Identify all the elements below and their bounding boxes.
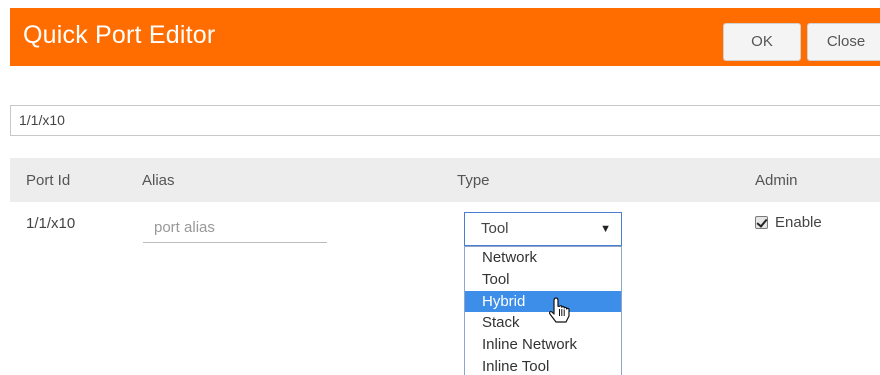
ok-button[interactable]: OK	[723, 23, 801, 61]
close-button[interactable]: Close	[807, 23, 880, 61]
type-option-tool[interactable]: Tool	[465, 269, 621, 291]
dialog-header: Quick Port Editor OK Close	[10, 8, 880, 66]
quick-port-editor-dialog: Quick Port Editor OK Close 1/1/x10 Port …	[0, 0, 880, 375]
type-option-hybrid[interactable]: Hybrid	[465, 290, 621, 313]
type-option-network[interactable]: Network	[465, 247, 621, 269]
port-id-cell: 1/1/x10	[26, 215, 76, 232]
alias-input[interactable]: port alias	[143, 212, 327, 243]
column-header-type: Type	[457, 172, 490, 189]
mouse-pointer-icon	[549, 297, 570, 323]
type-option-inline-tool[interactable]: Inline Tool	[465, 356, 621, 375]
port-id-field[interactable]: 1/1/x10	[10, 105, 880, 136]
type-option-inline-network[interactable]: Inline Network	[465, 334, 621, 356]
type-select-value: Tool	[481, 220, 509, 237]
type-dropdown-list: Network Tool Hybrid Stack Inline Network…	[464, 246, 622, 375]
column-header-port-id: Port Id	[26, 172, 71, 189]
enable-label: Enable	[775, 214, 822, 231]
enable-checkbox[interactable]	[755, 216, 768, 229]
column-header-admin: Admin	[755, 172, 798, 189]
type-option-stack[interactable]: Stack	[465, 312, 621, 334]
column-header-alias: Alias	[142, 172, 175, 189]
type-select[interactable]: Tool ▼	[464, 212, 622, 246]
dialog-title: Quick Port Editor	[23, 21, 216, 49]
caret-down-icon: ▼	[600, 223, 611, 235]
table-header: Port Id Alias Type Admin	[10, 158, 880, 202]
